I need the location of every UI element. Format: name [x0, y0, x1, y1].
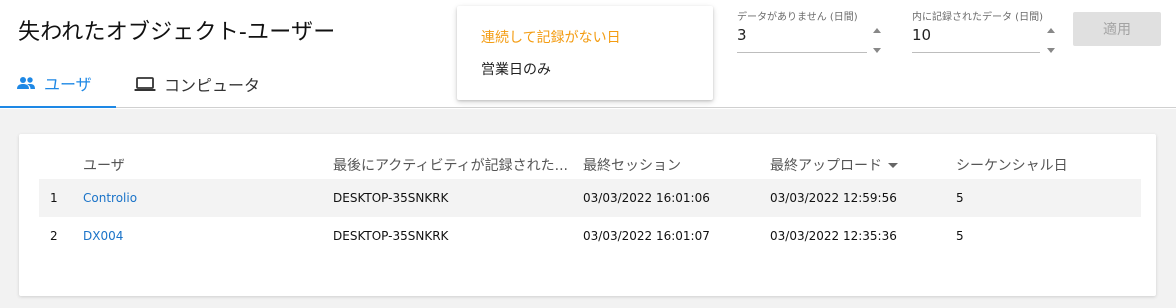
computer-name: DESKTOP-35SNKRK [333, 191, 449, 205]
filter-mode-dropdown-menu: 連続して記録がない日 営業日のみ [457, 6, 713, 100]
laptop-icon [134, 76, 156, 92]
tab-users-label: ユーザ [44, 75, 92, 94]
column-header-last-session[interactable]: 最終セッション [583, 155, 681, 175]
recorded-days-stepper[interactable] [1045, 22, 1059, 58]
row-number: 1 [50, 191, 58, 205]
recorded-days-underline [912, 52, 1040, 53]
no-data-days-label: データがありません (日間) [737, 12, 858, 23]
stepper-down-icon[interactable] [1047, 48, 1055, 53]
last-session: 03/03/2022 16:01:07 [583, 229, 710, 243]
recorded-days-field: 内に記録されたデータ (日間) 10 [912, 8, 1062, 60]
tab-users[interactable]: ユーザ [0, 60, 116, 108]
column-header-user[interactable]: ユーザ [83, 155, 125, 175]
no-data-days-stepper[interactable] [871, 22, 885, 58]
sequential-days: 5 [956, 191, 964, 205]
no-data-days-field: データがありません (日間) 3 [737, 8, 887, 60]
option-business-days-only[interactable]: 営業日のみ [481, 59, 551, 79]
user-link[interactable]: DX004 [83, 229, 123, 243]
last-upload: 03/03/2022 12:59:56 [770, 191, 897, 205]
tab-computers-label: コンピュータ [164, 76, 261, 95]
stepper-up-icon[interactable] [873, 28, 881, 33]
tab-computers[interactable]: コンピュータ [134, 60, 284, 108]
column-header-last-computer[interactable]: 最後にアクティビティが記録された... [333, 155, 573, 175]
table-row: 2 DX004 DESKTOP-35SNKRK 03/03/2022 16:01… [39, 217, 1141, 255]
stepper-down-icon[interactable] [873, 48, 881, 53]
page-title: 失われたオブジェクト-ユーザー [18, 20, 336, 45]
no-data-days-underline [737, 52, 867, 53]
table-row: 1 Controlio DESKTOP-35SNKRK 03/03/2022 1… [39, 179, 1141, 217]
sequential-days: 5 [956, 229, 964, 243]
user-link[interactable]: Controlio [83, 191, 137, 205]
apply-button[interactable]: 適用 [1073, 12, 1161, 46]
last-upload: 03/03/2022 12:35:36 [770, 229, 897, 243]
last-session: 03/03/2022 16:01:06 [583, 191, 710, 205]
sort-descending-icon [888, 162, 898, 168]
no-data-days-input[interactable]: 3 [737, 26, 747, 44]
column-header-last-upload[interactable]: 最終アップロード [770, 155, 898, 175]
column-header-sequential-days[interactable]: シーケンシャル日 [956, 155, 1068, 175]
people-icon [16, 76, 36, 90]
option-consecutive-days[interactable]: 連続して記録がない日 [481, 27, 621, 47]
row-number: 2 [50, 229, 58, 243]
recorded-days-label: 内に記録されたデータ (日間) [912, 12, 1043, 23]
stepper-up-icon[interactable] [1047, 28, 1055, 33]
computer-name: DESKTOP-35SNKRK [333, 229, 449, 243]
column-header-last-upload-label: 最終アップロード [770, 158, 882, 174]
recorded-days-input[interactable]: 10 [912, 26, 931, 44]
